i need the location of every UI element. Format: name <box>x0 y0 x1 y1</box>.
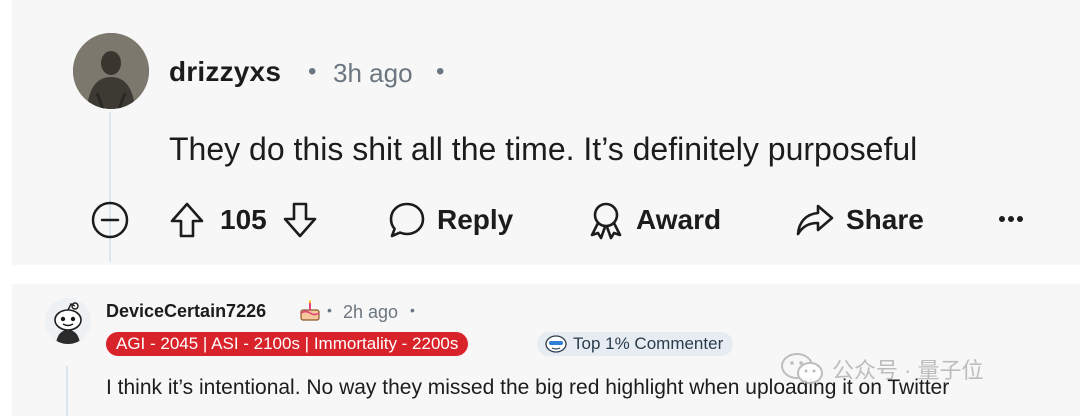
downvote-arrow-icon[interactable] <box>281 200 319 240</box>
comment-timestamp[interactable]: 3h ago <box>333 58 413 89</box>
award-button[interactable]: Award <box>586 200 721 240</box>
thread-line[interactable] <box>66 366 68 416</box>
meta-separator: • <box>436 58 445 85</box>
award-ribbon-icon <box>590 202 622 240</box>
meta-separator: • <box>308 58 317 85</box>
user-avatar[interactable] <box>73 33 149 109</box>
award-label: Award <box>636 204 722 235</box>
user-avatar[interactable] <box>45 298 91 344</box>
collapse-minus-icon <box>91 201 129 239</box>
meta-separator: • <box>327 302 332 318</box>
share-label: Share <box>846 204 924 235</box>
comment-username[interactable]: drizzyxs <box>169 56 281 88</box>
comment-body: I think it’s intentional. No way they mi… <box>106 376 950 399</box>
top-commenter-badge: Top 1% Commenter <box>537 332 734 356</box>
comment-action-bar: 105 Reply Award Share <box>0 198 1080 246</box>
collapse-button[interactable] <box>90 200 130 240</box>
share-arrow-icon <box>796 204 834 236</box>
avatar-photo-icon <box>73 33 149 109</box>
share-button[interactable]: Share <box>794 200 924 240</box>
speech-bubble-icon <box>389 202 425 238</box>
reply-label: Reply <box>437 204 514 235</box>
commenter-badge-icon <box>545 335 567 353</box>
more-options-button[interactable] <box>996 204 1026 234</box>
comment-body: They do this shit all the time. It’s def… <box>169 131 918 167</box>
user-flair: AGI - 2045 | ASI - 2100s | Immortality -… <box>106 332 469 356</box>
vote-group: 105 <box>168 200 319 240</box>
meta-separator: • <box>410 302 415 318</box>
reply-button[interactable]: Reply <box>387 200 513 240</box>
comment-username[interactable]: DeviceCertain7226 <box>106 301 266 322</box>
badge-label: Top 1% Commenter <box>573 334 724 353</box>
comment-timestamp[interactable]: 2h ago <box>343 302 398 323</box>
cake-day-icon <box>298 299 322 328</box>
upvote-arrow-icon[interactable] <box>168 200 206 240</box>
snoo-avatar-icon <box>45 298 91 344</box>
ellipsis-icon <box>999 216 1023 222</box>
vote-count: 105 <box>220 204 267 235</box>
